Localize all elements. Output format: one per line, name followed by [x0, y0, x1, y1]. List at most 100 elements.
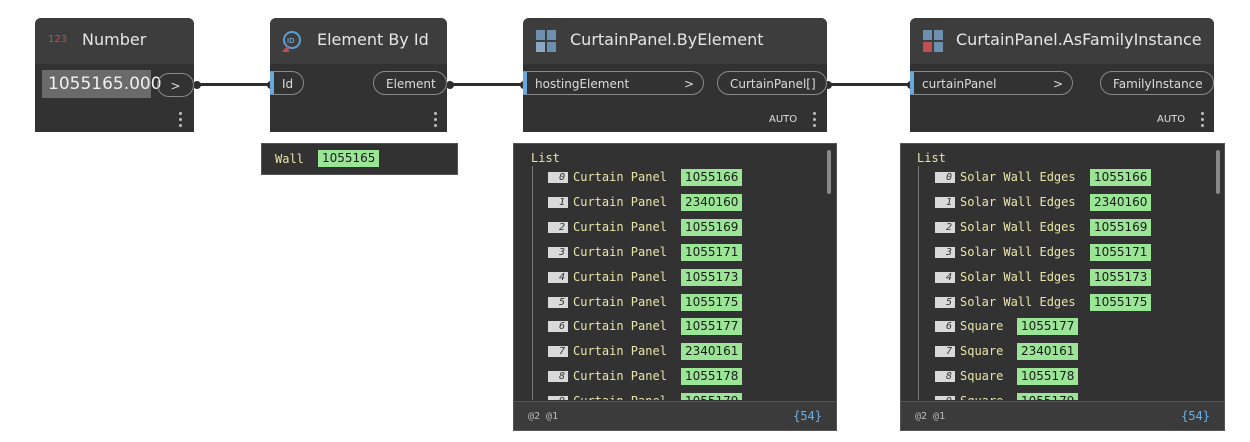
node-header[interactable]: CurtainPanel.ByElement [523, 18, 827, 64]
wire-end-dot [446, 81, 454, 89]
list-rows: 0 Solar Wall Edges 1055166 1 Solar Wall Edge… [901, 148, 1224, 400]
list-item-index: 4 [935, 271, 955, 283]
number-output-port[interactable]: > [157, 73, 194, 97]
list-item-label: Curtain Panel [573, 319, 667, 334]
node-header[interactable]: ID Element By Id [270, 18, 447, 64]
list-item: 7 Curtain Panel 2340161 [548, 343, 818, 361]
lacing-label[interactable]: AUTO [1157, 114, 1185, 125]
list-item-label: Curtain Panel [573, 170, 667, 184]
node-header[interactable]: 123 Number [35, 18, 194, 64]
svg-text:ID: ID [287, 37, 294, 45]
list-item-index: 8 [548, 371, 568, 383]
number-node[interactable]: 123 Number 1055165.000 > [35, 18, 194, 132]
list-item-value: 1055166 [1090, 169, 1152, 186]
list-item-index: 9 [935, 396, 955, 400]
element-by-id-node[interactable]: ID Element By Id Id Element [270, 18, 447, 132]
item-count: {54} [1181, 409, 1210, 423]
lacing-label[interactable]: AUTO [769, 114, 797, 125]
list-item: 0 Curtain Panel 1055166 [548, 169, 818, 187]
chevron-right-icon: > [170, 79, 181, 93]
scrollbar[interactable] [1216, 150, 1220, 194]
hostingelement-input-port[interactable]: hostingElement > [523, 71, 704, 95]
preview-footer: @2 @1 {54} [901, 401, 1224, 430]
list-levels[interactable]: @2 @1 [528, 411, 558, 422]
node-header[interactable]: CurtainPanel.AsFamilyInstance [910, 18, 1214, 64]
list-item: 3 Solar Wall Edges 1055171 [935, 243, 1205, 262]
list-item-index: 5 [548, 296, 568, 308]
list-item-index: 0 [548, 172, 568, 183]
list-item-label: Square [960, 369, 1004, 384]
id-input-port[interactable]: Id [270, 71, 304, 95]
more-options-icon[interactable] [812, 112, 816, 130]
scrollbar[interactable] [827, 150, 831, 194]
curtainpanel-asfamilyinstance-node[interactable]: CurtainPanel.AsFamilyInstance curtainPan… [910, 18, 1214, 132]
list-item-index: 1 [935, 196, 955, 208]
list-item-index: 8 [935, 371, 955, 383]
list-item-value: 1055169 [681, 218, 743, 236]
list-item: 6 Curtain Panel 1055177 [548, 318, 818, 336]
list-item-value: 2340161 [1017, 343, 1079, 361]
list-item-label: Curtain Panel [573, 369, 667, 384]
more-options-icon[interactable] [1200, 112, 1204, 130]
list-levels[interactable]: @2 @1 [915, 411, 945, 422]
number-icon: 123 [48, 34, 68, 45]
element-id-icon: ID [280, 30, 301, 52]
curtain-panels-preview[interactable]: List 0 Curtain Panel 1055166 1 Curtain Panel… [513, 143, 837, 431]
element-output-port[interactable]: Element [373, 71, 447, 95]
list-item-label: Curtain Panel [573, 194, 667, 209]
list-item-index: 6 [548, 321, 568, 333]
wire-element-to-hosting [449, 83, 525, 86]
list-item: 8 Curtain Panel 1055178 [548, 368, 818, 386]
familyinstance-output-port[interactable]: FamilyInstance [1100, 71, 1214, 95]
list-item-value: 1055175 [681, 293, 743, 311]
list-item: 6 Square 1055177 [935, 318, 1205, 336]
curtainpanel-input-port[interactable]: curtainPanel > [910, 71, 1073, 95]
list-item-index: 3 [935, 246, 955, 258]
number-input[interactable]: 1055165.000 [42, 70, 162, 98]
list-item-label: Solar Wall Edges [960, 170, 1076, 184]
list-item-index: 5 [935, 296, 955, 308]
element-preview: Wall 1055165 [261, 143, 458, 175]
list-item-value: 2340161 [681, 343, 743, 361]
node-title: Element By Id [317, 30, 429, 49]
list-item: 3 Curtain Panel 1055171 [548, 243, 818, 262]
list-item: 2 Solar Wall Edges 1055169 [935, 218, 1205, 237]
list-item-index: 7 [935, 346, 955, 358]
list-item-label: Solar Wall Edges [960, 244, 1076, 259]
list-item: 7 Square 2340161 [935, 343, 1205, 361]
node-title: CurtainPanel.AsFamilyInstance [956, 30, 1202, 49]
chevron-right-icon: > [1052, 77, 1063, 91]
list-item: 2 Curtain Panel 1055169 [548, 218, 818, 237]
preview-footer: @2 @1 {54} [514, 401, 836, 430]
list-item: 8 Square 1055178 [935, 368, 1205, 386]
list-item-label: Square [960, 344, 1004, 359]
list-item-value: 1055173 [1090, 268, 1152, 286]
more-options-icon[interactable] [433, 112, 437, 130]
list-item-index: 9 [548, 396, 568, 400]
list-item-label: Curtain Panel [573, 244, 667, 259]
list-item-value: 1055177 [1017, 318, 1079, 336]
list-item: 5 Solar Wall Edges 1055175 [935, 293, 1205, 312]
list-item-index: 6 [935, 321, 955, 333]
list-item-label: Square [960, 319, 1004, 334]
more-options-icon[interactable] [178, 112, 182, 130]
list-rows: 0 Curtain Panel 1055166 1 Curtain Panel 23401… [514, 148, 836, 400]
list-item-value: 1055179 [681, 393, 743, 400]
curtain-panel-icon [536, 30, 556, 52]
list-item-value: 1055169 [1090, 218, 1152, 236]
list-item-value: 2340160 [681, 193, 743, 211]
list-item-label: Solar Wall Edges [960, 219, 1076, 234]
curtainpanel-byelement-node[interactable]: CurtainPanel.ByElement hostingElement > … [523, 18, 827, 132]
list-item-value: 1055178 [1017, 368, 1079, 386]
list-item-index: 3 [548, 246, 568, 258]
list-item-label: Solar Wall Edges [960, 294, 1076, 309]
list-item-value: 1055177 [681, 318, 743, 336]
preview-label: Wall [275, 152, 304, 166]
family-instances-preview[interactable]: List 0 Solar Wall Edges 1055166 1 Solar Wall… [900, 143, 1225, 431]
list-item-label: Curtain Panel [573, 344, 667, 359]
list-item-value: 1055173 [681, 268, 743, 286]
family-instance-icon [923, 30, 943, 52]
item-count: {54} [793, 409, 822, 423]
curtainpanel-list-output-port[interactable]: CurtainPanel[] [717, 71, 827, 95]
node-title: CurtainPanel.ByElement [570, 30, 764, 49]
